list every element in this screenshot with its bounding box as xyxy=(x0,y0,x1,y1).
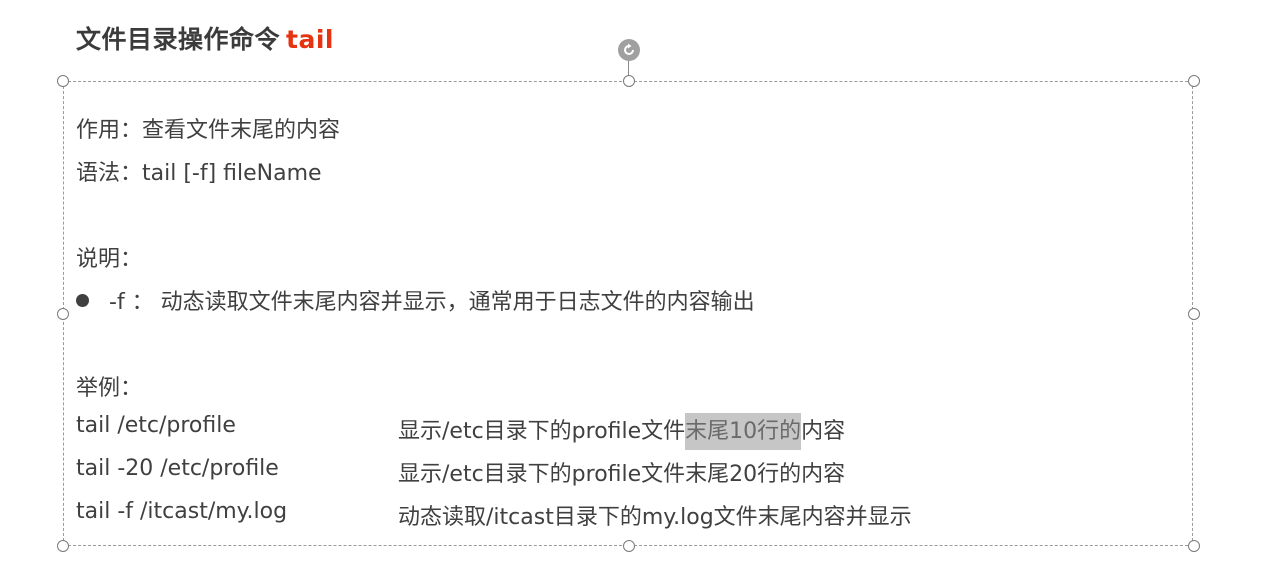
resize-handle-top-left[interactable] xyxy=(57,75,69,87)
resize-handle-middle-right[interactable] xyxy=(1188,308,1200,320)
rotate-icon xyxy=(624,43,634,55)
example-desc-after: 内容 xyxy=(801,419,846,444)
example-description: 显示/etc目录下的profile文件末尾20行的内容 xyxy=(398,462,846,487)
option-bullet: -f ： 动态读取文件末尾内容并显示，通常用于日志文件的内容输出 xyxy=(76,284,755,316)
syntax-line: 语法：tail [-f] fileName xyxy=(76,161,322,186)
selected-text-highlight: 末尾10行的 xyxy=(685,413,802,450)
resize-handle-bottom-right[interactable] xyxy=(1188,540,1200,552)
example-desc-before: 显示/etc目录下的profile文件 xyxy=(398,419,686,444)
example-label: 举例： xyxy=(76,376,143,401)
example-command: tail -20 /etc/profile xyxy=(76,456,279,481)
slide-title: 文件目录操作命令 tail xyxy=(76,20,334,56)
purpose-line: 作用：查看文件末尾的内容 xyxy=(76,118,341,143)
resize-handle-bottom-left[interactable] xyxy=(57,540,69,552)
option-text: -f ： 动态读取文件末尾内容并显示，通常用于日志文件的内容输出 xyxy=(109,290,755,315)
title-prefix: 文件目录操作命令 xyxy=(76,25,281,54)
explain-label: 说明： xyxy=(76,247,143,272)
resize-handle-bottom-center[interactable] xyxy=(623,540,635,552)
resize-handle-top-center[interactable] xyxy=(623,75,635,87)
rotate-handle[interactable] xyxy=(618,39,640,61)
rotate-connector xyxy=(628,60,629,76)
example-description: 显示/etc目录下的profile文件末尾10行的内容 xyxy=(398,413,846,450)
bullet-icon xyxy=(76,294,89,307)
resize-handle-top-right[interactable] xyxy=(1188,75,1200,87)
example-command: tail -f /itcast/my.log xyxy=(76,499,288,524)
example-description: 动态读取/itcast目录下的my.log文件末尾内容并显示 xyxy=(398,505,912,530)
example-command: tail /etc/profile xyxy=(76,413,236,438)
title-command: tail xyxy=(286,25,334,54)
resize-handle-middle-left[interactable] xyxy=(57,308,69,320)
